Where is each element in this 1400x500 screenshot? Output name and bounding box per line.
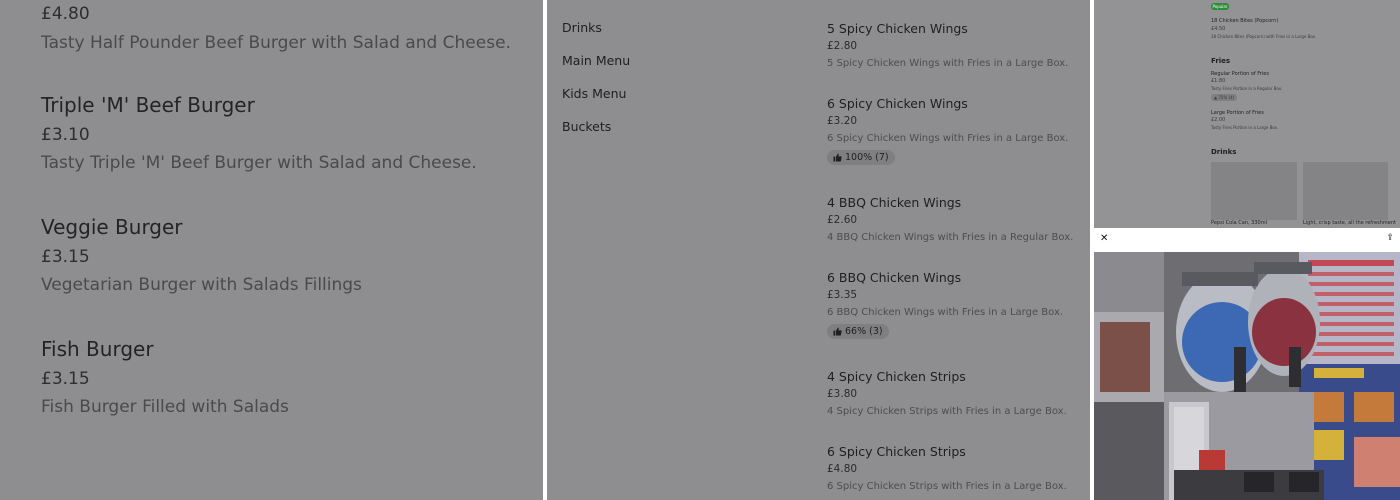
menu-item-4-bbq-wings[interactable]: 4 BBQ Chicken Wings £2.60 4 BBQ Chicken … [827, 195, 1085, 243]
section-heading-fries: Fries [1211, 57, 1231, 65]
menu-item-description: Fish Burger Filled with Salads [41, 397, 289, 417]
menu-item-description: 4 Spicy Chicken Strips with Fries in a L… [827, 406, 1067, 417]
screenshot-root: £4.80 Tasty Half Pounder Beef Burger wit… [0, 0, 1400, 500]
menu-item-veggie-burger[interactable]: Veggie Burger £3.15 Vegetarian Burger wi… [41, 215, 362, 295]
menu-item-price: £4.50 [1211, 26, 1226, 32]
menu-item-price: £3.15 [41, 247, 90, 267]
menu-item-name: 4 BBQ Chicken Wings [827, 195, 962, 210]
drink-image-pepsi [1211, 162, 1297, 220]
menu-item-name: Regular Portion of Fries [1211, 71, 1269, 77]
menu-item-description: Tasty Fries Portion in a Regular Box. [1211, 86, 1283, 91]
section-heading-drinks: Drinks [1211, 148, 1237, 156]
menu-item-name: 6 BBQ Chicken Wings [827, 270, 962, 285]
menu-item-fish-burger[interactable]: Fish Burger £3.15 Fish Burger Filled wit… [41, 337, 289, 417]
menu-item-description: Vegetarian Burger with Salads Fillings [41, 275, 362, 295]
menu-item-description: Tasty Half Pounder Beef Burger with Sala… [41, 33, 511, 53]
rating-badge: 66% (3) [827, 324, 889, 339]
menu-list-panel-left: £4.80 Tasty Half Pounder Beef Burger wit… [0, 0, 543, 500]
thumbs-up-icon [833, 327, 842, 336]
menu-item-price: £3.20 [827, 115, 858, 127]
menu-item-price: £4.80 [41, 4, 90, 24]
menu-item-price: £3.15 [41, 369, 90, 389]
menu-item-6-spicy-strips[interactable]: 6 Spicy Chicken Strips £4.80 6 Spicy Chi… [827, 444, 1085, 492]
menu-item-name: 6 Spicy Chicken Strips [827, 444, 966, 459]
menu-item-price: £1.80 [1211, 78, 1226, 84]
category-link-kids-menu[interactable]: Kids Menu [562, 86, 626, 101]
rating-text: 100% (7) [845, 152, 889, 163]
category-link-main-menu[interactable]: Main Menu [562, 53, 630, 68]
thumbs-up-icon [833, 153, 842, 162]
category-link-drinks[interactable]: Drinks [562, 20, 602, 35]
menu-item-name: Large Portion of Fries [1211, 110, 1264, 116]
rating-badge: 100% (7) [827, 150, 895, 165]
menu-item-name: 6 Spicy Chicken Wings [827, 96, 968, 111]
menu-item-description: 18 Chicken Bites (Popcorn) with Fries in… [1211, 34, 1317, 39]
menu-item-6-bbq-wings[interactable]: 6 BBQ Chicken Wings £3.35 6 BBQ Chicken … [827, 270, 1085, 340]
menu-item-description: 6 BBQ Chicken Wings with Fries in a Larg… [827, 307, 1064, 318]
popular-tag: Popular [1211, 3, 1229, 10]
rating-text: 75% (4) [1218, 95, 1235, 100]
menu-item-name: 18 Chicken Bites (Popcorn) [1211, 18, 1279, 24]
menu-item-name: Veggie Burger [41, 215, 183, 239]
menu-item-description: 5 Spicy Chicken Wings with Fries in a La… [827, 58, 1069, 69]
rating-badge: ▲ 75% (4) [1211, 94, 1238, 101]
shop-photo-slush-machine [1094, 252, 1400, 500]
menu-item-name: Triple 'M' Beef Burger [41, 93, 255, 117]
menu-item-half-pounder[interactable]: £4.80 Tasty Half Pounder Beef Burger wit… [41, 4, 511, 53]
menu-item-6-spicy-wings[interactable]: 6 Spicy Chicken Wings £3.20 6 Spicy Chic… [827, 96, 1085, 166]
drink-image-second [1303, 162, 1388, 220]
menu-item-description: Tasty Fries Portion in a Large Box. [1211, 125, 1279, 130]
menu-item-price: £3.10 [41, 125, 90, 145]
menu-item-description: Tasty Triple 'M' Beef Burger with Salad … [41, 153, 477, 173]
image-viewer-toolbar: ✕ ⇪ [1094, 228, 1400, 252]
menu-item-name: Pepsi Cola Can, 330ml [1211, 220, 1267, 226]
menu-item-price: £2.00 [1211, 117, 1226, 123]
menu-list-panel-middle: Drinks Main Menu Kids Menu Buckets 5 Spi… [547, 0, 1090, 500]
menu-item-price: £2.80 [827, 40, 858, 52]
menu-item-name: Light, crisp taste, all the refreshment [1303, 220, 1396, 226]
mobile-menu-page: Popular 18 Chicken Bites (Popcorn) £4.50… [1094, 0, 1400, 228]
menu-item-name: 5 Spicy Chicken Wings [827, 21, 968, 36]
rating-text: 66% (3) [845, 326, 883, 337]
close-icon[interactable]: ✕ [1100, 233, 1108, 244]
menu-item-description: 6 Spicy Chicken Wings with Fries in a La… [827, 133, 1069, 144]
menu-item-price: £3.35 [827, 289, 858, 301]
menu-item-price: £4.80 [827, 463, 858, 475]
menu-item-5-spicy-wings[interactable]: 5 Spicy Chicken Wings £2.80 5 Spicy Chic… [827, 21, 1085, 69]
menu-item-description: 4 BBQ Chicken Wings with Fries in a Regu… [827, 232, 1074, 243]
menu-item-triple-m[interactable]: Triple 'M' Beef Burger £3.10 Tasty Tripl… [41, 93, 477, 173]
menu-item-name: 4 Spicy Chicken Strips [827, 369, 966, 384]
thumbs-up-icon: ▲ [1214, 95, 1218, 100]
menu-item-price: £3.80 [827, 388, 858, 400]
menu-item-4-spicy-strips[interactable]: 4 Spicy Chicken Strips £3.80 4 Spicy Chi… [827, 369, 1085, 417]
menu-item-name: Fish Burger [41, 337, 154, 361]
menu-item-description: 6 Spicy Chicken Strips with Fries in a L… [827, 481, 1067, 492]
share-icon[interactable]: ⇪ [1386, 233, 1394, 243]
mobile-preview-panel: Popular 18 Chicken Bites (Popcorn) £4.50… [1094, 0, 1400, 500]
category-link-buckets[interactable]: Buckets [562, 119, 611, 134]
menu-item-price: £2.60 [827, 214, 858, 226]
